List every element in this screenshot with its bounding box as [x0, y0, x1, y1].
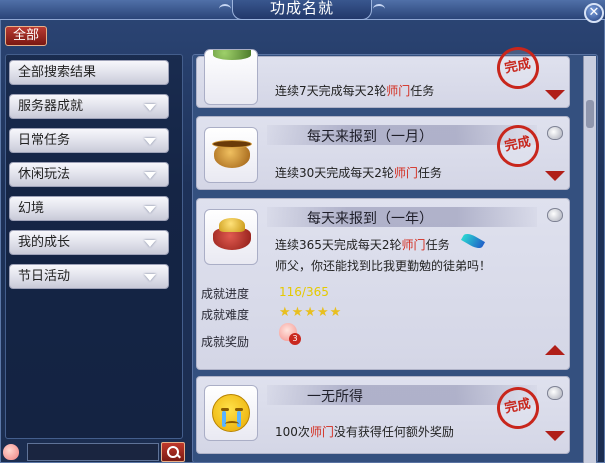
pot-rim-shape: [212, 140, 252, 148]
achievement-name: 一无所得: [307, 389, 363, 405]
sidebar-item-festival[interactable]: 节日活动: [9, 264, 169, 289]
achievement-card-expanded[interactable]: 每天来报到（一年） 连续365天完成每天2轮师门任务 师父，你还能找到比我更勤勉…: [196, 198, 570, 370]
desc-text: 连续30天完成每天2轮: [275, 166, 394, 180]
expand-arrow-icon[interactable]: [545, 171, 565, 181]
all-filter-button[interactable]: 全部: [5, 26, 47, 46]
chevron-down-icon: [144, 240, 156, 247]
chevron-down-icon: [144, 104, 156, 111]
sidebar-item-label: 休闲玩法: [18, 167, 71, 182]
difficulty-stars: ★★★★★: [279, 305, 343, 320]
achievement-description: 连续7天完成每天2轮师门任务: [275, 82, 434, 99]
pearl-icon: [547, 386, 563, 400]
mouth-shape: [225, 421, 239, 427]
achievement-description: 连续30天完成每天2轮师门任务: [275, 164, 442, 181]
desc-text: 100次: [275, 425, 310, 439]
reward-count: 3: [289, 333, 301, 345]
sidebar-item-label: 服务器成就: [18, 99, 84, 114]
desc-highlight: 师门: [393, 166, 418, 180]
achievement-card[interactable]: 连续7天完成每天2轮师门任务 完成: [196, 43, 570, 108]
sidebar-item-label: 我的成长: [18, 235, 71, 250]
sidebar-item-daily-tasks[interactable]: 日常任务: [9, 128, 169, 153]
fruit-bowl-shape: [213, 50, 251, 60]
sidebar-item-server-achievements[interactable]: 服务器成就: [9, 94, 169, 119]
achievement-description: 100次师门没有获得任何额外奖励: [275, 423, 454, 440]
achievement-name: 每天来报到（一月）: [307, 129, 433, 145]
collapse-arrow-icon[interactable]: [545, 345, 565, 355]
achievement-quote: 师父，你还能找到比我更勤勉的徒弟吗！: [275, 259, 492, 273]
crying-face-icon: [204, 385, 258, 441]
chevron-down-icon: [144, 274, 156, 281]
scroll-thumb[interactable]: [586, 100, 594, 128]
achievement-card[interactable]: 每天来报到（一月） 连续30天完成每天2轮师门任务 完成: [196, 116, 570, 190]
sidebar-item-label: 日常任务: [18, 133, 71, 148]
desc-highlight: 师门: [401, 238, 426, 252]
desc-text: 任务: [425, 238, 450, 252]
sidebar-item-my-growth[interactable]: 我的成长: [9, 230, 169, 255]
search-button[interactable]: [161, 442, 185, 462]
chevron-down-icon: [144, 206, 156, 213]
desc-text: 连续7天完成每天2轮: [275, 84, 387, 98]
chevron-down-icon: [144, 172, 156, 179]
reward-label: 成就奖励: [201, 335, 250, 349]
sidebar-item-all-results[interactable]: 全部搜索结果: [9, 60, 169, 85]
progress-label: 成就进度: [201, 287, 250, 301]
desc-text: 任务: [417, 166, 442, 180]
fruit-bowl-icon: [204, 49, 258, 105]
golden-pot-icon: [204, 127, 258, 183]
sidebar-item-label: 幻境: [18, 201, 45, 216]
scrollbar[interactable]: [583, 56, 596, 463]
close-button[interactable]: ✕: [584, 3, 604, 23]
face-shape: [212, 394, 250, 432]
achievement-card[interactable]: 一无所得 100次师门没有获得任何额外奖励 完成: [196, 376, 570, 454]
desc-text: 任务: [410, 84, 435, 98]
pearl-icon: [547, 208, 563, 222]
expand-arrow-icon[interactable]: [545, 90, 565, 100]
sidebar-item-leisure[interactable]: 休闲玩法: [9, 162, 169, 187]
gold-shape: [219, 218, 245, 232]
sidebar-item-label: 节日活动: [18, 269, 71, 284]
pearl-icon: [547, 126, 563, 140]
desc-highlight: 师门: [309, 425, 334, 439]
sidebar-item-illusion[interactable]: 幻境: [9, 196, 169, 221]
progress-value: 116/365: [279, 285, 329, 299]
desc-text: 连续365天完成每天2轮: [275, 238, 402, 252]
expand-arrow-icon[interactable]: [545, 431, 565, 441]
window-title: 功成名就: [219, 0, 385, 20]
category-sidebar: 全部搜索结果 服务器成就 日常任务 休闲玩法 幻境 我的成长 节日活动: [5, 54, 183, 439]
search-input[interactable]: [27, 443, 159, 461]
achievement-description: 连续365天完成每天2轮师门任务: [275, 236, 450, 253]
desc-highlight: 师门: [386, 84, 411, 98]
treasure-basin-icon: [204, 209, 258, 265]
search-bar: [3, 442, 185, 462]
peach-icon: [3, 444, 19, 460]
desc-text: 没有获得任何额外奖励: [333, 425, 454, 439]
achievement-name: 每天来报到（一年）: [307, 211, 433, 227]
chevron-down-icon: [144, 138, 156, 145]
difficulty-label: 成就难度: [201, 308, 250, 322]
sidebar-item-label: 全部搜索结果: [18, 65, 97, 80]
